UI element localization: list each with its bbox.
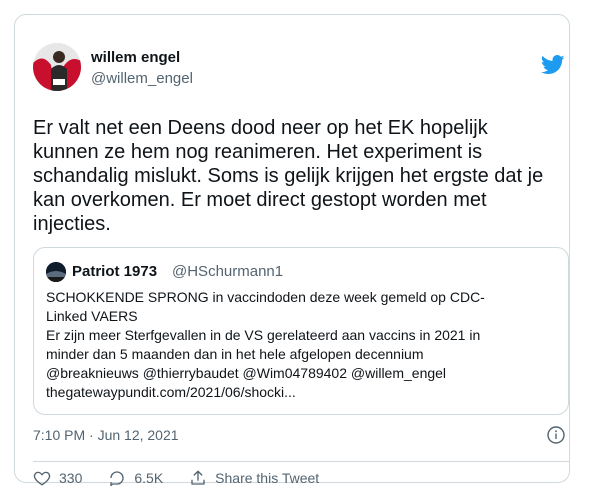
like-count: 330 — [59, 470, 83, 486]
info-icon[interactable] — [547, 426, 565, 444]
tweet-card[interactable]: willem engel @willem_engel Er valt net e… — [14, 14, 570, 487]
author-avatar[interactable] — [33, 43, 81, 91]
share-label: Share this Tweet — [215, 470, 320, 486]
like-button[interactable]: 330 — [33, 469, 82, 487]
quoted-author-avatar[interactable] — [46, 262, 66, 282]
share-icon — [191, 470, 205, 485]
heart-icon — [33, 471, 51, 486]
quoted-text: SCHOKKENDE SPRONG in vaccindoden deze we… — [46, 289, 485, 400]
author-name[interactable]: willem engel — [91, 49, 180, 66]
quoted-tweet[interactable]: Patriot 1973 @HSchurmann1 SCHOKKENDE SPR… — [33, 247, 569, 415]
twitter-bird-icon[interactable] — [541, 55, 565, 75]
quoted-author-handle[interactable]: @HSchurmann1 — [172, 263, 283, 280]
action-bar: 330 6.5K Share this Tweet — [33, 467, 345, 489]
reply-count: 6.5K — [134, 470, 164, 486]
divider — [33, 461, 569, 462]
tweet-timestamp[interactable]: 7:10 PM · Jun 12, 2021 — [33, 427, 179, 443]
reply-icon — [110, 471, 125, 487]
tweet-text: Er valt net een Deens dood neer op het E… — [33, 117, 544, 235]
share-button[interactable]: Share this Tweet — [189, 469, 319, 487]
author-handle[interactable]: @willem_engel — [91, 70, 193, 87]
reply-button[interactable]: 6.5K — [108, 469, 163, 487]
quoted-author-name[interactable]: Patriot 1973 — [72, 263, 157, 280]
